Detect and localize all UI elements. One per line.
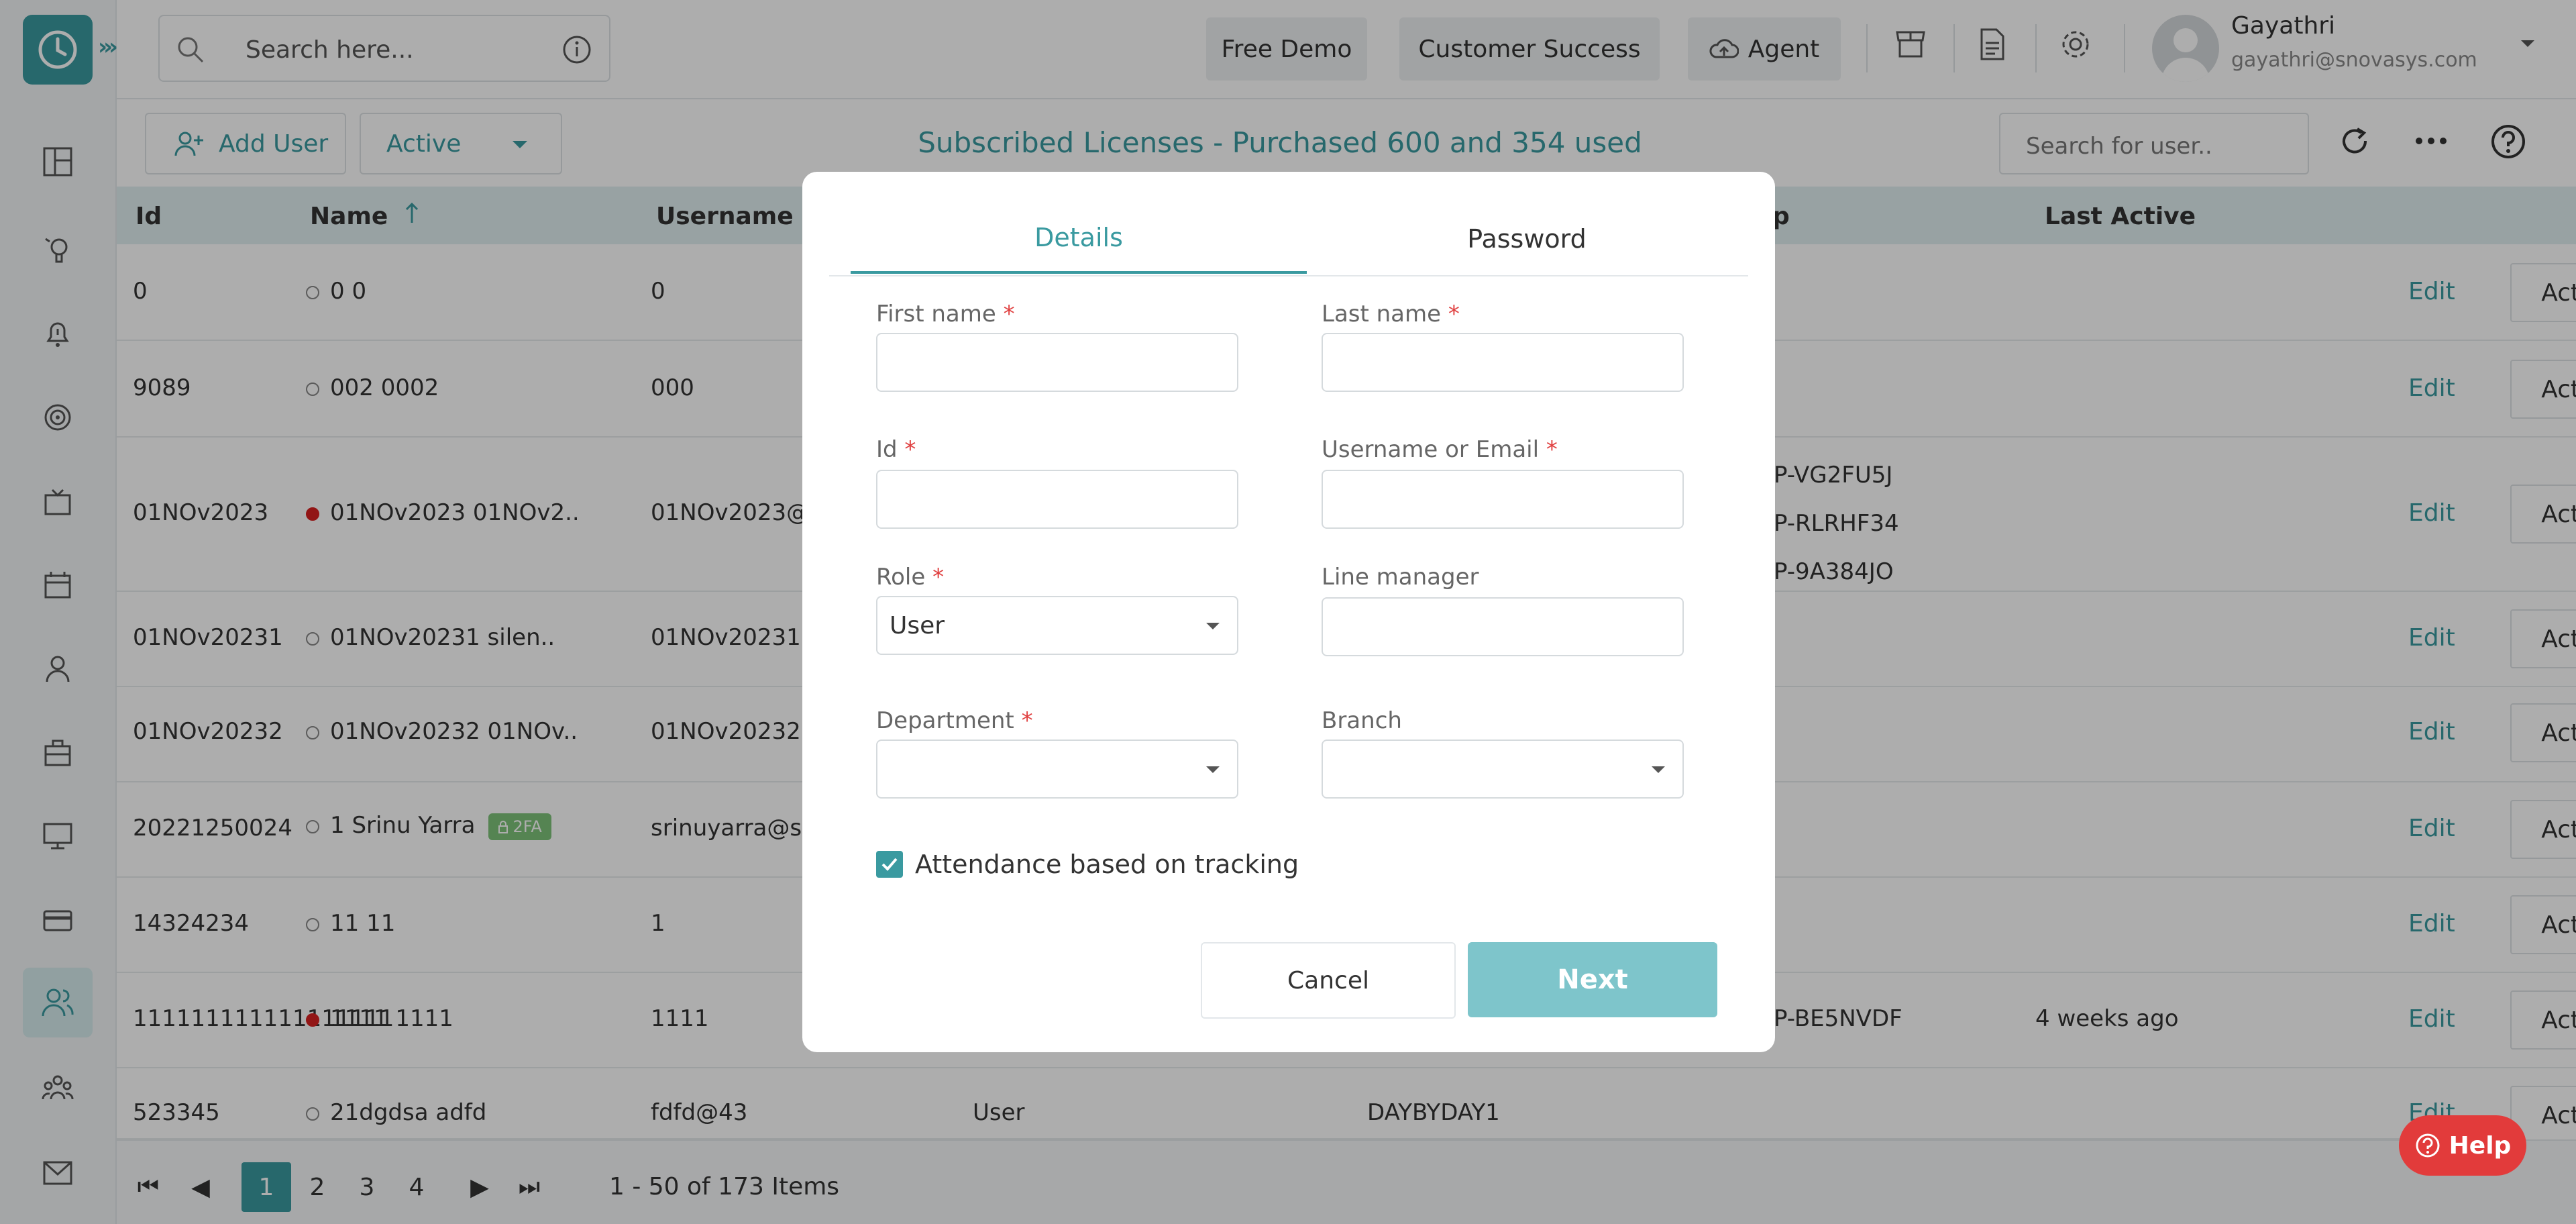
first-name-label: First name * <box>876 301 1015 327</box>
department-label: Department * <box>876 707 1033 734</box>
tab-divider <box>829 275 1748 276</box>
branch-select[interactable] <box>1322 740 1684 799</box>
role-label: Role * <box>876 564 945 591</box>
username-label: Username or Email * <box>1322 436 1558 463</box>
line-manager-input[interactable] <box>1322 597 1684 656</box>
help-circle-icon <box>2416 1133 2440 1158</box>
help-label: Help <box>2449 1131 2512 1160</box>
id-label: Id * <box>876 436 916 463</box>
last-name-input[interactable] <box>1322 333 1684 392</box>
help-button[interactable]: Help <box>2399 1115 2526 1176</box>
check-icon <box>881 858 898 871</box>
chevron-down-icon <box>1206 623 1220 629</box>
username-input[interactable] <box>1322 470 1684 529</box>
cancel-button[interactable]: Cancel <box>1201 942 1456 1019</box>
role-select[interactable]: User <box>876 596 1238 655</box>
add-user-dialog: Details Password First name * Last name … <box>802 172 1775 1052</box>
id-input[interactable] <box>876 470 1238 529</box>
line-manager-label: Line manager <box>1322 564 1479 591</box>
branch-label: Branch <box>1322 707 1402 734</box>
department-select[interactable] <box>876 740 1238 799</box>
chevron-down-icon <box>1652 766 1665 773</box>
chevron-down-icon <box>1206 766 1220 773</box>
tab-details[interactable]: Details <box>851 204 1307 274</box>
first-name-input[interactable] <box>876 333 1238 392</box>
attendance-checkbox-label[interactable]: Attendance based on tracking <box>915 850 1299 879</box>
next-button[interactable]: Next <box>1468 942 1717 1017</box>
attendance-checkbox[interactable] <box>876 851 903 878</box>
last-name-label: Last name * <box>1322 301 1460 327</box>
tab-password[interactable]: Password <box>1299 204 1755 274</box>
